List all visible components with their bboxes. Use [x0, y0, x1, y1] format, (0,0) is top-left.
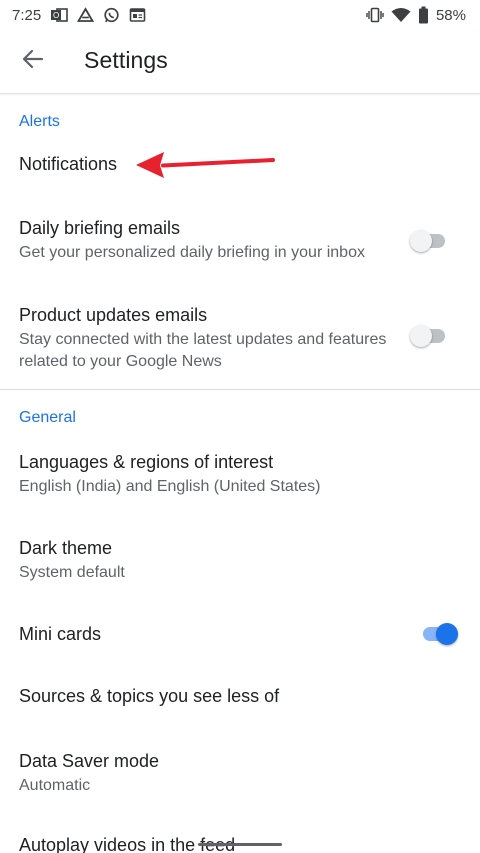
battery-icon — [418, 6, 429, 24]
news-icon — [129, 7, 146, 23]
status-time: 7:25 — [12, 6, 42, 24]
daily-briefing-title: Daily briefing emails — [19, 218, 181, 238]
product-updates-subtitle: Stay connected with the latest updates a… — [19, 331, 387, 370]
section-header-general: General — [19, 409, 76, 426]
data-saver-item[interactable]: Data Saver mode Automatic — [0, 737, 480, 803]
data-saver-title: Data Saver mode — [19, 751, 160, 771]
dark-theme-subtitle: System default — [19, 564, 125, 581]
outlook-icon: O — [50, 7, 69, 23]
dark-theme-title: Dark theme — [19, 538, 113, 558]
back-button[interactable] — [16, 46, 50, 76]
app-bar: Settings — [0, 30, 480, 94]
vibrate-icon — [366, 7, 384, 23]
sources-topics-title: Sources & topics you see less of — [19, 686, 280, 706]
wifi-icon — [391, 7, 411, 23]
languages-subtitle: English (India) and English (United Stat… — [19, 478, 321, 495]
section-divider — [0, 389, 480, 390]
daily-briefing-item[interactable]: Daily briefing emails Get your personali… — [0, 204, 480, 274]
data-saver-subtitle: Automatic — [19, 777, 91, 794]
mini-cards-title: Mini cards — [19, 624, 102, 644]
autoplay-item[interactable]: Autoplay videos in the feed — [0, 822, 480, 853]
status-bar: 7:25 O 58% — [0, 0, 480, 30]
page-title: Settings — [84, 47, 168, 73]
languages-item[interactable]: Languages & regions of interest English … — [0, 438, 480, 504]
product-updates-switch[interactable] — [410, 323, 446, 347]
product-updates-title: Product updates emails — [19, 305, 208, 325]
daily-briefing-switch[interactable] — [410, 228, 446, 252]
languages-title: Languages & regions of interest — [19, 452, 274, 472]
svg-text:O: O — [53, 11, 59, 20]
section-header-alerts: Alerts — [19, 113, 60, 130]
product-updates-item[interactable]: Product updates emails Stay connected wi… — [0, 290, 480, 380]
mini-cards-switch[interactable] — [420, 621, 458, 645]
drive-icon — [77, 7, 95, 23]
notifications-title: Notifications — [19, 154, 118, 174]
gesture-nav-bar[interactable] — [198, 843, 282, 846]
arrow-back-icon — [22, 49, 44, 74]
whatsapp-icon — [103, 7, 120, 24]
mini-cards-item[interactable]: Mini cards — [0, 610, 480, 656]
battery-percent: 58% — [435, 6, 466, 24]
dark-theme-item[interactable]: Dark theme System default — [0, 524, 480, 590]
daily-briefing-subtitle: Get your personalized daily briefing in … — [19, 244, 365, 261]
sources-topics-item[interactable]: Sources & topics you see less of — [0, 674, 480, 720]
annotation-arrow-icon — [136, 152, 275, 178]
